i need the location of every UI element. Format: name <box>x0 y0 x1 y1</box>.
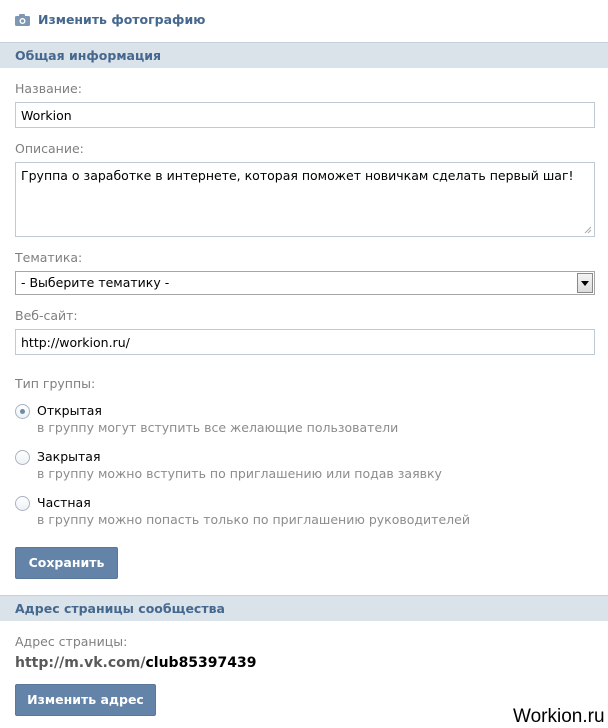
save-button[interactable]: Сохранить <box>15 547 118 579</box>
radio-button-checked[interactable] <box>15 404 30 419</box>
website-input[interactable] <box>15 329 595 355</box>
address-prefix: http://m.vk.com/ <box>15 655 146 671</box>
dropdown-arrow-icon[interactable] <box>577 273 593 293</box>
radio-button[interactable] <box>15 450 30 465</box>
watermark-text: Workion.ru <box>513 706 605 727</box>
resize-grip-icon[interactable] <box>582 224 592 234</box>
topic-selected-value: - Выберите тематику - <box>21 275 170 290</box>
general-info-header: Общая информация <box>0 42 608 68</box>
radio-closed-title: Закрытая <box>37 449 101 464</box>
name-label: Название: <box>15 81 82 96</box>
radio-private-title: Частная <box>37 495 91 510</box>
topic-select[interactable]: - Выберите тематику - <box>15 271 595 295</box>
website-label: Веб-сайт: <box>15 308 78 323</box>
camera-icon <box>15 13 30 26</box>
description-textarea[interactable]: Группа о заработке в интернете, которая … <box>15 162 595 237</box>
page-address: http://m.vk.com/club85397439 <box>15 655 257 671</box>
radio-button[interactable] <box>15 496 30 511</box>
radio-open-title: Открытая <box>37 403 102 418</box>
address-id: club85397439 <box>145 655 257 671</box>
radio-closed[interactable]: Закрытая в группу можно вступить по приг… <box>15 449 442 483</box>
topic-label: Тематика: <box>15 250 83 265</box>
address-label: Адрес страницы: <box>15 634 128 649</box>
radio-open[interactable]: Открытая в группу могут вступить все жел… <box>15 403 398 437</box>
change-photo-link[interactable]: Изменить фотографию <box>15 12 205 27</box>
change-address-button[interactable]: Изменить адрес <box>15 684 156 716</box>
radio-closed-desc: в группу можно вступить по приглашению и… <box>37 466 442 481</box>
radio-private-desc: в группу можно попасть только по приглаш… <box>37 512 470 527</box>
change-photo-label: Изменить фотографию <box>38 12 206 27</box>
name-input[interactable] <box>15 102 595 128</box>
description-label: Описание: <box>15 141 84 156</box>
radio-open-desc: в группу могут вступить все желающие пол… <box>37 420 399 435</box>
address-section-header: Адрес страницы сообщества <box>0 595 608 621</box>
group-type-label: Тип группы: <box>15 376 96 391</box>
radio-private[interactable]: Частная в группу можно попасть только по… <box>15 495 470 529</box>
